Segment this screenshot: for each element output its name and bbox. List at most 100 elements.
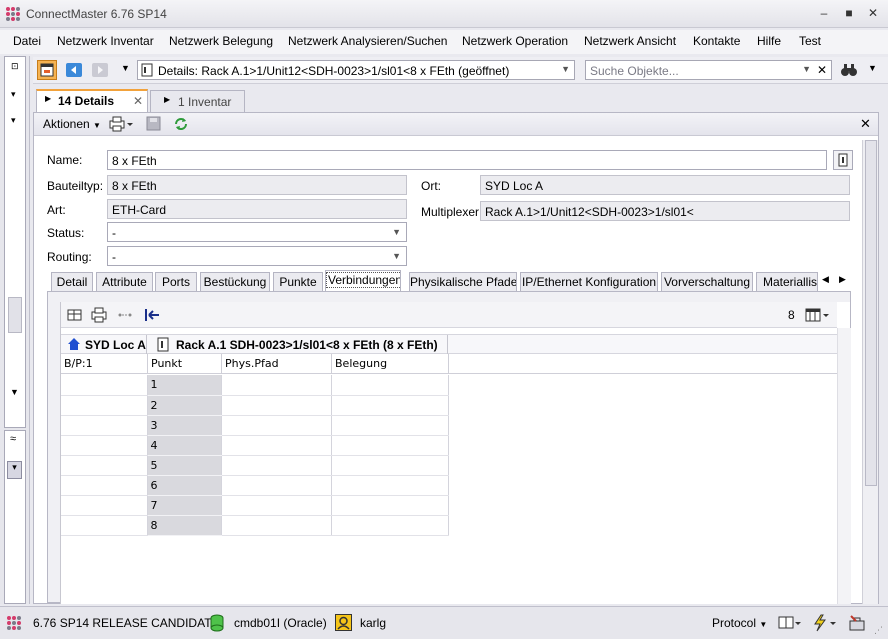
pin-icon[interactable]: ⊡ (11, 61, 19, 72)
scrollbar-thumb[interactable] (865, 140, 877, 486)
column-header-phys-pfad[interactable]: Phys.Pfad (225, 357, 279, 370)
cell-bp[interactable] (61, 375, 148, 396)
open-object-button[interactable] (833, 150, 853, 170)
tab-ports[interactable]: Ports (155, 272, 197, 292)
tab-details[interactable]: ▶ 14 Details ✕ (36, 89, 148, 113)
cell-punkt[interactable]: 8 (147, 515, 222, 536)
cell-bp[interactable] (61, 395, 148, 416)
cell-bp[interactable] (61, 495, 148, 516)
cell-phys-pfad[interactable] (221, 475, 332, 496)
table-row[interactable]: 6 (61, 475, 449, 496)
column-header-bp[interactable]: B/P:1 (64, 357, 93, 370)
actions-menu-button[interactable]: Aktionen ▼ (43, 117, 101, 131)
sidebar-lower-pane[interactable]: ≈ ▾ (4, 430, 26, 604)
table-row[interactable]: 8 (61, 515, 449, 536)
clear-search-icon[interactable]: ✕ (817, 63, 827, 77)
cell-bp[interactable] (61, 415, 148, 436)
cell-belegung[interactable] (331, 495, 449, 516)
minimize-button[interactable]: – (815, 5, 833, 21)
print-button[interactable] (109, 116, 135, 132)
cell-phys-pfad[interactable] (221, 455, 332, 476)
routing-select[interactable]: - ▼ (107, 246, 407, 266)
table-row[interactable]: 2 (61, 395, 449, 416)
search-button[interactable] (839, 60, 859, 80)
save-button[interactable] (146, 116, 162, 132)
tab-scroll-right-icon[interactable]: ▶ (839, 274, 846, 285)
close-panel-icon[interactable]: ✕ (860, 116, 871, 132)
tab-attribute[interactable]: Attribute (96, 272, 153, 292)
cell-bp[interactable] (61, 515, 148, 536)
cell-punkt[interactable]: 6 (147, 475, 222, 496)
cell-phys-pfad[interactable] (221, 375, 332, 396)
menu-netzwerk-analysieren[interactable]: Netzwerk Analysieren/Suchen (288, 34, 447, 48)
tab-punkte[interactable]: Punkte (273, 272, 323, 292)
cell-punkt[interactable]: 4 (147, 435, 222, 456)
status-select[interactable]: - ▼ (107, 222, 407, 242)
menu-netzwerk-ansicht[interactable]: Netzwerk Ansicht (584, 34, 676, 48)
cell-belegung[interactable] (331, 395, 449, 416)
column-header-punkt[interactable]: Punkt (151, 357, 182, 370)
chevron-down-icon[interactable]: ▼ (802, 64, 811, 74)
chevron-down-icon[interactable]: ▼ (561, 64, 570, 74)
tab-inventar[interactable]: ▶ 1 Inventar (150, 90, 245, 112)
cell-bp[interactable] (61, 475, 148, 496)
menu-datei[interactable]: Datei (13, 34, 41, 48)
table-row[interactable]: 3 (61, 415, 449, 436)
grid-vertical-scrollbar[interactable] (837, 328, 851, 604)
table-row[interactable]: 4 (61, 435, 449, 456)
chevron-down-icon[interactable]: ▼ (392, 227, 401, 237)
close-tab-icon[interactable]: ✕ (133, 94, 143, 108)
cell-punkt[interactable]: 7 (147, 495, 222, 516)
tab-materialliste[interactable]: Materialliste (756, 272, 818, 292)
grid-print-button[interactable] (91, 307, 107, 323)
sidebar-upper-pane[interactable]: ⊡ ▾ ▾ ▼ (4, 56, 26, 428)
table-row[interactable]: 1 (61, 375, 449, 396)
jump-to-point-button[interactable] (143, 307, 161, 323)
column-chooser-button[interactable] (805, 307, 831, 323)
tab-vorverschaltung[interactable]: Vorverschaltung (661, 272, 753, 292)
cell-phys-pfad[interactable] (221, 395, 332, 416)
cell-phys-pfad[interactable] (221, 435, 332, 456)
resize-grip-icon[interactable]: ⋰ (874, 625, 883, 636)
collapse-up-icon[interactable]: ≈ (10, 433, 16, 445)
tab-verbindungen[interactable]: Verbindungen (325, 270, 401, 292)
table-row[interactable]: 5 (61, 455, 449, 476)
close-button[interactable]: ✕ (864, 5, 882, 21)
column-header-belegung[interactable]: Belegung (335, 357, 387, 370)
tab-bestueckung[interactable]: Bestückung (200, 272, 270, 292)
panel-vertical-scrollbar[interactable] (862, 140, 878, 604)
cell-belegung[interactable] (331, 415, 449, 436)
tab-physikalische-pfade[interactable]: Physikalische Pfade (409, 272, 517, 292)
maximize-button[interactable]: ■ (840, 5, 858, 21)
tab-scroll-left-icon[interactable]: ◀ (822, 274, 829, 285)
book-button[interactable] (778, 615, 802, 631)
cell-belegung[interactable] (331, 515, 449, 536)
chevron-down-icon[interactable]: ▾ (11, 89, 16, 100)
cell-bp[interactable] (61, 455, 148, 476)
cell-punkt[interactable]: 1 (147, 375, 222, 396)
cell-punkt[interactable]: 5 (147, 455, 222, 476)
protocol-menu-button[interactable]: Protocol ▼ (712, 616, 767, 630)
cell-bp[interactable] (61, 435, 148, 456)
cell-belegung[interactable] (331, 435, 449, 456)
menu-netzwerk-belegung[interactable]: Netzwerk Belegung (169, 34, 273, 48)
cell-punkt[interactable]: 2 (147, 395, 222, 416)
home-button[interactable] (37, 60, 57, 80)
tools-button[interactable] (848, 614, 866, 632)
menu-kontakte[interactable]: Kontakte (693, 34, 740, 48)
forward-button[interactable] (90, 60, 110, 80)
grid-export-button[interactable] (67, 307, 83, 323)
search-combo[interactable]: Suche Objekte... ▼ ✕ (585, 60, 832, 80)
name-field[interactable]: 8 x FEth (107, 150, 827, 170)
cell-phys-pfad[interactable] (221, 495, 332, 516)
menu-hilfe[interactable]: Hilfe (757, 34, 781, 48)
tab-detail[interactable]: Detail (51, 272, 93, 292)
cell-belegung[interactable] (331, 455, 449, 476)
cell-phys-pfad[interactable] (221, 415, 332, 436)
address-combo[interactable]: Details: Rack A.1>1/Unit12<SDH-0023>1/sl… (137, 60, 575, 80)
cell-belegung[interactable] (331, 375, 449, 396)
refresh-button[interactable] (173, 116, 189, 132)
scrollbar-thumb[interactable]: ▾ (7, 461, 22, 479)
menu-test[interactable]: Test (799, 34, 821, 48)
lightning-button[interactable] (812, 614, 838, 632)
